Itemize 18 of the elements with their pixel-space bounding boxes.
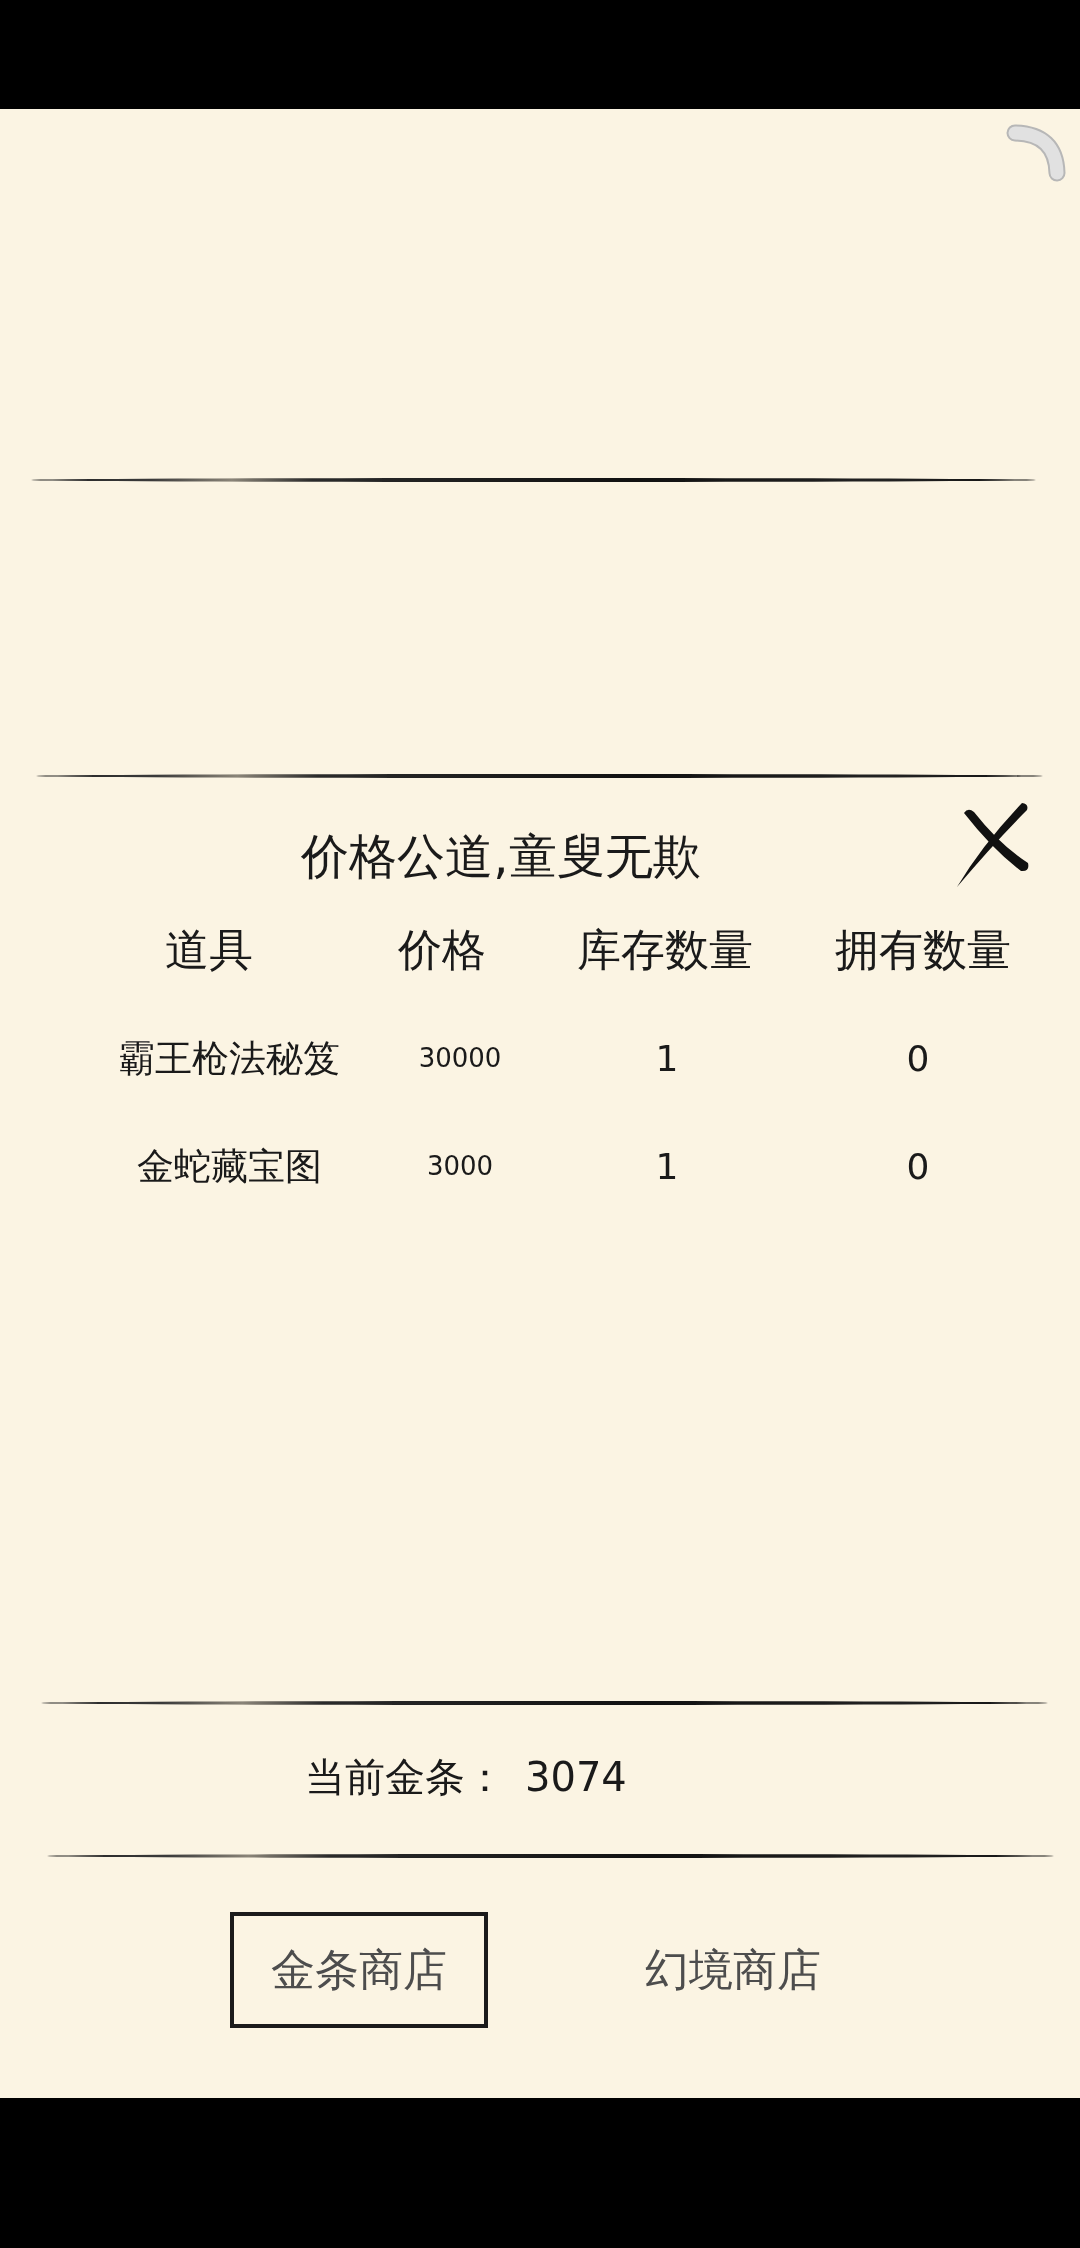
stock-count: 1: [655, 1037, 679, 1081]
shop-tab[interactable]: 幻境商店: [604, 1912, 862, 2028]
arc-icon: [1006, 124, 1066, 182]
stock-count: 1: [655, 1145, 679, 1189]
column-header: 拥有数量: [835, 924, 1011, 976]
shop-tab[interactable]: 金条商店: [230, 1912, 488, 2028]
item-name: 霸王枪法秘笈: [118, 1036, 340, 1082]
item-name: 金蛇藏宝图: [136, 1144, 322, 1190]
column-header: 价格: [398, 924, 486, 976]
column-header: 道具: [165, 924, 253, 976]
column-header: 库存数量: [576, 924, 753, 976]
balance-label: 当前金条：: [305, 1753, 505, 1801]
shop-title: 价格公道,童叟无欺: [301, 832, 701, 880]
owned-count: 0: [906, 1145, 930, 1189]
item-price: 3000: [426, 1151, 494, 1183]
owned-count: 0: [906, 1037, 930, 1081]
balance-value: 3074: [525, 1753, 627, 1801]
item-price: 30000: [418, 1043, 502, 1075]
